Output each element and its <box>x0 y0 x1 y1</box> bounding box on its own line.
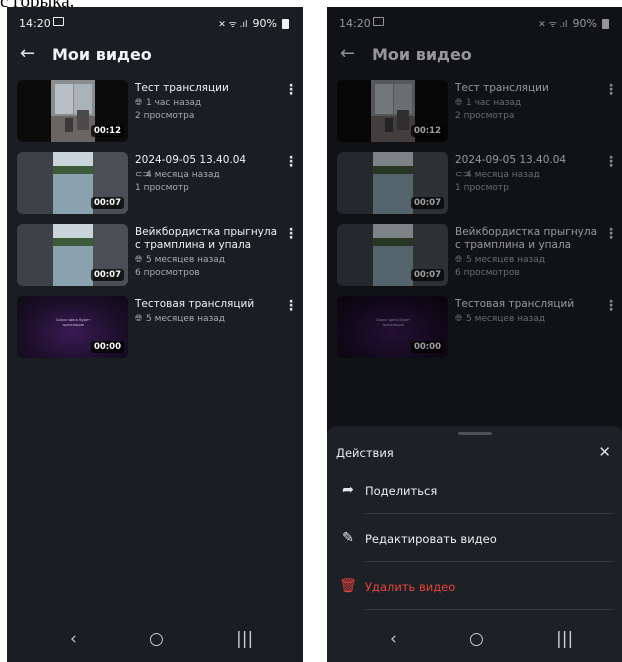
video-title: 2024-09-05 13.40.04 <box>135 154 247 166</box>
pencil-icon: ✎ <box>342 530 354 546</box>
video-thumbnail[interactable]: Скоро здесь будет трансляция 00:00 <box>17 296 128 358</box>
more-vert-icon[interactable]: ⋮ <box>284 298 298 314</box>
phone-screen-list: 14:20 ✕ ᯤ .ıl 90% ← Мои видео 00:12 Тест… <box>7 7 303 662</box>
thumbnail-caption: Скоро здесь будет трансляция <box>55 318 91 327</box>
battery-percent: 90% <box>252 17 277 30</box>
video-meta-time: ⊂⊃4 месяца назад <box>135 170 220 180</box>
globe-icon: 🌐︎ <box>135 314 143 324</box>
action-label: Поделиться <box>365 484 438 498</box>
actions-bottom-sheet: Действия ✕ ➦ Поделиться ✎ Редактировать … <box>327 426 622 662</box>
video-title: Тест трансляции <box>135 82 229 94</box>
video-views: 1 просмотр <box>135 183 189 193</box>
sheet-title: Действия <box>336 446 394 460</box>
duration-badge: 00:07 <box>90 197 124 209</box>
more-vert-icon[interactable]: ⋮ <box>284 154 298 170</box>
system-nav-bar: ‹ ○ ||| <box>7 620 303 662</box>
battery-icon <box>282 18 289 29</box>
cast-icon <box>53 17 64 26</box>
video-item[interactable]: Скоро здесь будет трансляция 00:00 Тесто… <box>17 296 298 358</box>
more-vert-icon[interactable]: ⋮ <box>284 226 298 242</box>
nav-back-icon[interactable]: ‹ <box>70 629 77 649</box>
back-arrow-icon[interactable]: ← <box>20 43 35 64</box>
video-meta-time: 🌐︎ 5 месяцев назад <box>135 255 226 265</box>
share-icon: ➦ <box>342 482 354 498</box>
video-item[interactable]: 00:07 Вейкбордистка прыгнула с трамплина… <box>17 224 298 286</box>
video-item[interactable]: 00:07 2024-09-05 13.40.04 ⊂⊃4 месяца наз… <box>17 152 298 214</box>
action-label: Удалить видео <box>365 580 456 594</box>
nav-recents-icon[interactable]: ||| <box>236 629 253 649</box>
video-thumbnail[interactable]: 00:07 <box>17 152 128 214</box>
system-nav-bar: ‹ ○ ||| <box>327 620 622 662</box>
nav-recents-icon[interactable]: ||| <box>556 629 573 649</box>
app-bar: ← Мои видео <box>7 41 303 77</box>
divider <box>365 609 613 610</box>
status-time: 14:20 <box>19 17 51 30</box>
duration-badge: 00:00 <box>90 341 124 353</box>
signal-icon: ✕ ᯤ .ıl <box>218 20 248 30</box>
duration-badge: 00:07 <box>90 269 124 281</box>
nav-home-icon[interactable]: ○ <box>149 629 164 649</box>
video-title: Тестовая трансляций <box>135 298 255 310</box>
share-button[interactable]: ➦ Поделиться <box>327 472 622 514</box>
globe-icon: 🌐︎ <box>135 255 143 265</box>
page-title: Мои видео <box>52 45 152 64</box>
video-views: 6 просмотров <box>135 268 200 278</box>
phone-screen-actions: 14:20 ✕ ᯤ .ıl 90% ← Мои видео 00:12 Тест… <box>327 7 622 662</box>
divider <box>365 561 613 562</box>
nav-home-icon[interactable]: ○ <box>469 629 484 649</box>
status-bar: 14:20 ✕ ᯤ .ıl 90% <box>7 7 303 37</box>
video-item[interactable]: 00:12 Тест трансляции 🌐︎ 1 час назад 2 пр… <box>17 80 298 142</box>
action-label: Редактировать видео <box>365 532 497 546</box>
globe-icon: 🌐︎ <box>135 98 143 108</box>
delete-video-button[interactable]: 🗑︎ Удалить видео <box>327 568 622 610</box>
duration-badge: 00:12 <box>90 125 124 137</box>
video-meta-time: 🌐︎ 5 месяцев назад <box>135 314 226 324</box>
trash-icon: 🗑︎ <box>339 578 357 594</box>
video-thumbnail[interactable]: 00:12 <box>17 80 128 142</box>
link-icon: ⊂⊃ <box>135 170 151 180</box>
close-icon[interactable]: ✕ <box>598 443 611 461</box>
more-vert-icon[interactable]: ⋮ <box>284 82 298 98</box>
drag-handle[interactable] <box>458 432 492 435</box>
video-title: Вейкбордистка прыгнула с трамплина и упа… <box>135 226 278 251</box>
divider <box>365 513 613 514</box>
edit-video-button[interactable]: ✎ Редактировать видео <box>327 520 622 562</box>
video-views: 2 просмотра <box>135 111 195 121</box>
video-meta-time: 🌐︎ 1 час назад <box>135 98 202 108</box>
nav-back-icon[interactable]: ‹ <box>390 629 397 649</box>
video-thumbnail[interactable]: 00:07 <box>17 224 128 286</box>
